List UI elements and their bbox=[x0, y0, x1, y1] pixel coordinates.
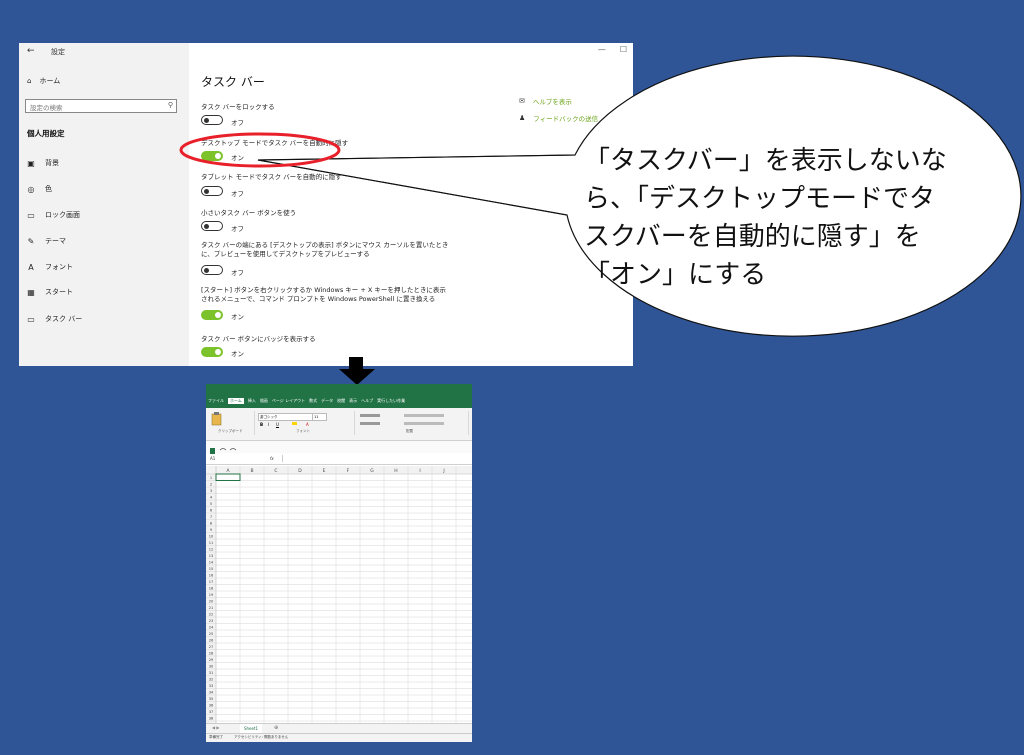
tab-file[interactable]: ファイル bbox=[208, 398, 224, 404]
row-header[interactable]: 31 bbox=[209, 671, 214, 675]
tab-review[interactable]: 校閲 bbox=[337, 398, 345, 404]
column-header[interactable]: E bbox=[323, 468, 326, 474]
column-header[interactable]: C bbox=[274, 468, 277, 474]
sheet-nav-arrows[interactable]: ◀ ▶ bbox=[212, 725, 219, 730]
callout-line: ら、「デスクトップモードでタ bbox=[584, 184, 936, 214]
tab-page-layout[interactable]: ページ レイアウト bbox=[272, 398, 305, 404]
add-sheet-button[interactable]: ⊕ bbox=[274, 725, 278, 731]
tab-data[interactable]: データ bbox=[321, 398, 333, 404]
active-cell[interactable] bbox=[215, 473, 241, 481]
row-header[interactable]: 38 bbox=[209, 717, 214, 721]
callout-text: 「タスクバー」を表示しないな ら、「デスクトップモードでタ スクバーを自動的に隠… bbox=[584, 142, 1004, 294]
merge-center-button[interactable] bbox=[404, 422, 444, 425]
row-header[interactable]: 16 bbox=[209, 574, 214, 578]
paste-icon[interactable] bbox=[211, 412, 223, 426]
excel-title-bar bbox=[206, 384, 472, 408]
column-header[interactable]: F bbox=[347, 468, 350, 474]
callout-line: スクバーを自動的に隠す」を bbox=[584, 222, 921, 252]
row-header[interactable]: 10 bbox=[209, 535, 214, 539]
row-header[interactable]: 32 bbox=[209, 678, 214, 682]
row-header[interactable]: 34 bbox=[209, 691, 214, 695]
row-header[interactable]: 22 bbox=[209, 613, 214, 617]
highlight-ellipse bbox=[179, 132, 341, 168]
row-header[interactable]: 36 bbox=[209, 704, 214, 708]
ribbon-group-clipboard: クリップボード bbox=[208, 411, 255, 435]
tab-view[interactable]: 表示 bbox=[349, 398, 357, 404]
callout-overlay bbox=[179, 55, 1022, 337]
bold-button[interactable]: B bbox=[260, 422, 263, 427]
wrap-text-button[interactable] bbox=[404, 414, 444, 417]
row-header[interactable]: 26 bbox=[209, 639, 214, 643]
tab-help[interactable]: ヘルプ bbox=[361, 398, 373, 404]
row-header[interactable]: 25 bbox=[209, 632, 214, 636]
row-header[interactable]: 13 bbox=[209, 554, 214, 558]
row-header[interactable]: 29 bbox=[209, 658, 214, 662]
row-header[interactable]: 24 bbox=[209, 626, 214, 630]
ribbon-group-font: 游ゴシック 11 B I U A フォント bbox=[256, 411, 355, 435]
row-header[interactable]: 21 bbox=[209, 606, 214, 610]
column-header[interactable]: G bbox=[370, 468, 374, 474]
underline-button[interactable]: U bbox=[276, 422, 279, 427]
row-header[interactable]: 1 bbox=[210, 476, 212, 480]
row-header[interactable]: 20 bbox=[209, 600, 214, 604]
status-bar: 準備完了 アクセシビリティ: 問題ありません bbox=[206, 733, 472, 742]
ribbon: クリップボード 游ゴシック 11 B I U A フォント 配置 bbox=[206, 408, 472, 441]
column-header[interactable]: H bbox=[394, 468, 397, 474]
tab-insert[interactable]: 挿入 bbox=[248, 398, 256, 404]
row-header[interactable]: 18 bbox=[209, 587, 214, 591]
row-header[interactable]: 2 bbox=[210, 483, 212, 487]
row-header[interactable]: 19 bbox=[209, 593, 214, 597]
tab-formulas[interactable]: 数式 bbox=[309, 398, 317, 404]
row-header[interactable]: 27 bbox=[209, 645, 214, 649]
formula-bar: A1 fx bbox=[206, 454, 472, 465]
row-header[interactable]: 3 bbox=[210, 489, 212, 493]
tell-me-search[interactable]: 実行したい作業 bbox=[377, 398, 405, 404]
column-header[interactable]: I bbox=[419, 468, 420, 474]
row-header[interactable]: 14 bbox=[209, 561, 214, 565]
status-accessibility[interactable]: アクセシビリティ: 問題ありません bbox=[234, 735, 288, 740]
tab-home[interactable]: ホーム bbox=[228, 398, 244, 404]
row-header[interactable]: 37 bbox=[209, 710, 214, 714]
column-header[interactable]: B bbox=[250, 468, 253, 474]
down-arrow-icon bbox=[339, 357, 375, 385]
row-header[interactable]: 12 bbox=[209, 548, 214, 552]
align-buttons[interactable] bbox=[360, 422, 380, 425]
row-header[interactable]: 30 bbox=[209, 665, 214, 669]
column-header[interactable]: D bbox=[298, 468, 302, 474]
callout-line: 「タスクバー」を表示しないな bbox=[584, 146, 947, 176]
status-ready: 準備完了 bbox=[209, 735, 223, 739]
font-name-select[interactable]: 游ゴシック bbox=[258, 413, 313, 421]
callout-line: 「オン」にする bbox=[584, 260, 767, 290]
spreadsheet-grid[interactable]: A B C D E F G H I J123456789101112131415161718192… bbox=[206, 466, 472, 724]
quick-access-bar bbox=[206, 441, 472, 454]
excel-window: ファイル ホーム 挿入 描画 ページ レイアウト 数式 データ 校閲 表示 ヘル… bbox=[206, 384, 472, 742]
tab-draw[interactable]: 描画 bbox=[260, 398, 268, 404]
row-header[interactable]: 11 bbox=[209, 541, 214, 545]
row-header[interactable]: 5 bbox=[210, 502, 212, 506]
align-buttons[interactable] bbox=[360, 414, 380, 417]
ribbon-tabs: ファイル ホーム 挿入 描画 ページ レイアウト 数式 データ 校閲 表示 ヘル… bbox=[208, 398, 405, 404]
column-header[interactable]: J bbox=[442, 468, 444, 474]
fx-icon[interactable]: fx bbox=[270, 456, 274, 461]
row-header[interactable]: 23 bbox=[209, 619, 214, 623]
row-header[interactable]: 28 bbox=[209, 652, 214, 656]
italic-button[interactable]: I bbox=[268, 422, 269, 427]
name-box[interactable]: A1 bbox=[210, 456, 215, 461]
row-header[interactable]: 35 bbox=[209, 697, 214, 701]
row-header[interactable]: 33 bbox=[209, 684, 214, 688]
font-color-button[interactable]: A bbox=[306, 422, 309, 427]
row-header[interactable]: 17 bbox=[209, 580, 214, 584]
fill-color-button[interactable] bbox=[292, 422, 297, 425]
font-size-select[interactable]: 11 bbox=[312, 413, 327, 421]
formula-input[interactable] bbox=[282, 455, 470, 462]
row-header[interactable]: 15 bbox=[209, 567, 214, 571]
row-header[interactable]: 7 bbox=[210, 515, 212, 519]
ribbon-group-alignment: 配置 bbox=[356, 411, 469, 435]
